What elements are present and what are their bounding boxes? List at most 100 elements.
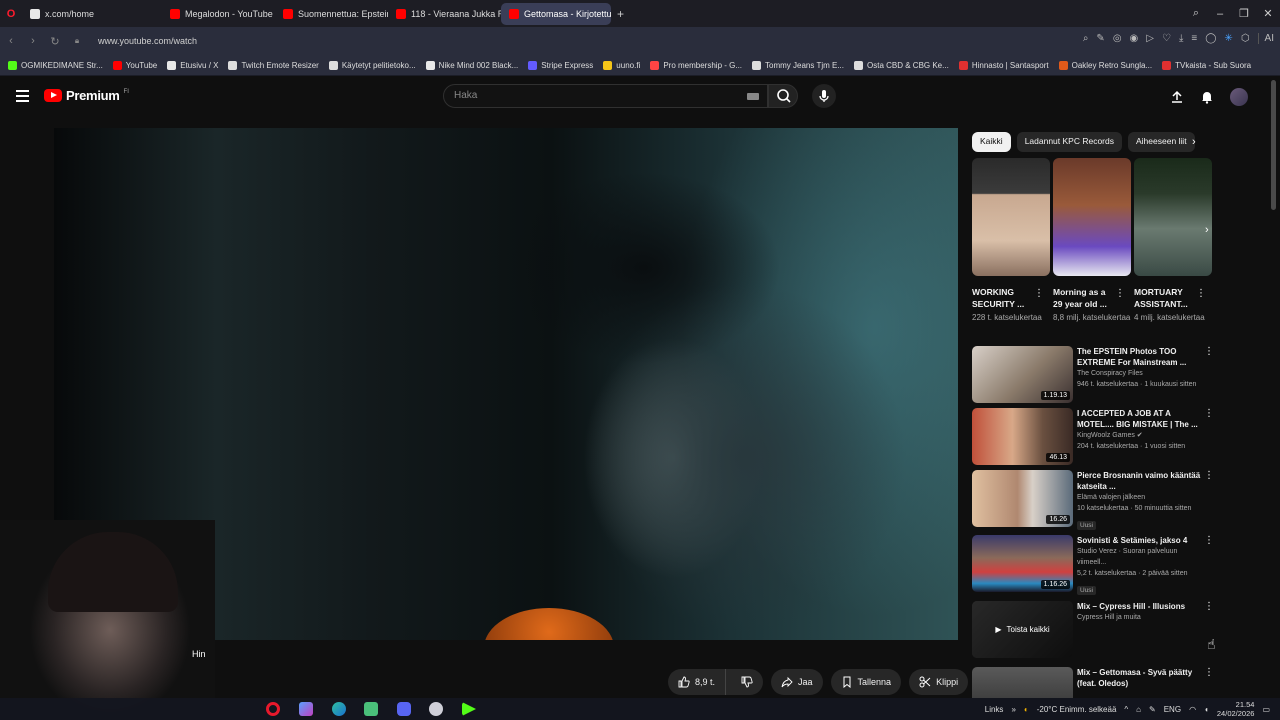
bookmark[interactable]: TVkaista - Sub Suora bbox=[1162, 60, 1251, 70]
upload-icon[interactable] bbox=[1170, 90, 1184, 104]
shorts-next-icon[interactable]: › bbox=[1205, 224, 1209, 236]
app-taskbar-icon[interactable] bbox=[364, 702, 378, 716]
kebab-icon[interactable]: ⋮ bbox=[1196, 288, 1206, 299]
kebab-icon[interactable]: ⋮ bbox=[1204, 601, 1214, 612]
page-scrollbar[interactable] bbox=[1271, 80, 1276, 210]
profile-icon[interactable]: ◯ bbox=[1205, 33, 1216, 44]
list-item[interactable]: 1.19.13 The EPSTEIN Photos TOO EXTREME F… bbox=[972, 346, 1214, 404]
bookmark[interactable]: Osta CBD & CBG Ke... bbox=[854, 60, 949, 70]
clock[interactable]: 21.54 24/02/2026 bbox=[1217, 700, 1255, 718]
chips-next-icon[interactable]: › bbox=[1192, 136, 1196, 148]
links-toolbar[interactable]: Links bbox=[985, 705, 1004, 714]
vpn-icon[interactable]: ◉ bbox=[1130, 33, 1139, 44]
play-all-overlay[interactable]: ▶ Toista kaikki bbox=[972, 601, 1073, 658]
download-icon[interactable]: ⤓ bbox=[1179, 33, 1183, 44]
short-item[interactable]: MORTUARY ASSISTANT... 4 milj. katseluker… bbox=[1134, 158, 1212, 324]
kebab-icon[interactable]: ⋮ bbox=[1034, 288, 1044, 299]
menu-icon[interactable]: ≡ bbox=[1191, 33, 1197, 44]
avatar[interactable] bbox=[1230, 88, 1248, 106]
language-indicator[interactable]: ENG bbox=[1164, 705, 1181, 714]
short-item[interactable]: WORKING SECURITY ... 228 t. katselukerta… bbox=[972, 158, 1050, 324]
list-item[interactable]: Mix – Gettomasa - Syvä päätty (feat. Ole… bbox=[972, 667, 1214, 698]
camera-icon[interactable]: ◎ bbox=[1113, 33, 1122, 44]
opera-icon[interactable]: O bbox=[0, 8, 22, 20]
search-input[interactable]: Haka bbox=[443, 84, 768, 108]
bookmark[interactable]: OGMIKEDIMANE Str... bbox=[8, 60, 103, 70]
app-taskbar-icon[interactable] bbox=[299, 702, 313, 716]
network-icon[interactable]: ⌂ bbox=[1136, 705, 1141, 714]
notifications-icon[interactable]: ▭ bbox=[1262, 705, 1270, 714]
extension-icon[interactable]: ✳ bbox=[1224, 33, 1232, 44]
url-field[interactable]: www.youtube.com/watch bbox=[98, 36, 197, 46]
zoom-icon[interactable]: ⌕ bbox=[1083, 33, 1089, 44]
keyboard-icon[interactable] bbox=[747, 93, 759, 100]
video-title: The EPSTEIN Photos TOO EXTREME For Mains… bbox=[1077, 347, 1187, 367]
kebab-icon[interactable]: ⋮ bbox=[1204, 346, 1214, 357]
opera-taskbar-icon[interactable] bbox=[266, 702, 280, 716]
share-button[interactable]: Jaa bbox=[771, 669, 823, 695]
back-icon[interactable]: ‹ bbox=[0, 35, 22, 47]
forward-icon[interactable]: › bbox=[22, 35, 44, 47]
list-item[interactable]: 16.26 Pierce Brosnanin vaimo kääntää kat… bbox=[972, 470, 1214, 530]
bookmark[interactable]: Stripe Express bbox=[528, 60, 593, 70]
tray-chevron-icon[interactable]: ^ bbox=[1124, 705, 1128, 714]
chip-uploader[interactable]: Ladannut KPC Records bbox=[1016, 132, 1122, 152]
edit-icon[interactable]: ✎ bbox=[1096, 33, 1104, 44]
minimize-icon[interactable]: – bbox=[1208, 8, 1232, 20]
bookmark[interactable]: Hinnasto | Santasport bbox=[958, 60, 1049, 70]
discord-taskbar-icon[interactable] bbox=[397, 702, 411, 716]
bookmark[interactable]: Etusivu / X bbox=[167, 60, 218, 70]
bell-icon[interactable] bbox=[1200, 90, 1214, 104]
edge-taskbar-icon[interactable] bbox=[332, 702, 346, 716]
bookmark[interactable]: Tommy Jeans Tjm E... bbox=[752, 60, 844, 70]
kebab-icon[interactable]: ⋮ bbox=[1204, 408, 1214, 419]
reload-icon[interactable]: ↻ bbox=[44, 35, 66, 48]
new-tab-button[interactable]: + bbox=[617, 7, 624, 21]
bookmark[interactable]: Oakley Retro Sungla... bbox=[1058, 60, 1152, 70]
kebab-icon[interactable]: ⋮ bbox=[1204, 470, 1214, 481]
short-item[interactable]: Morning as a 29 year old ... 8,8 milj. k… bbox=[1053, 158, 1131, 324]
clip-button[interactable]: Klippi bbox=[909, 669, 969, 695]
tab-suomennettua[interactable]: Suomennettua: Epsteinin bbox=[275, 3, 388, 25]
cube-icon[interactable]: ⬡ bbox=[1241, 33, 1250, 44]
list-item[interactable]: 1.16.26 Sovinisti & Setämies, jakso 4 St… bbox=[972, 535, 1214, 595]
bookmark[interactable]: Käytetyt pelitietoko... bbox=[328, 60, 416, 70]
search-tabs-icon[interactable]: ⌕ bbox=[1184, 7, 1208, 20]
app-taskbar-icon[interactable] bbox=[429, 702, 443, 716]
close-icon[interactable]: ✕ bbox=[1256, 7, 1280, 20]
bookmark[interactable]: uuno.fi bbox=[603, 60, 640, 70]
list-item[interactable]: ▶ Toista kaikki Mix – Cypress Hill - Ill… bbox=[972, 601, 1214, 659]
weather-text[interactable]: -20°C Enimm. selkeää bbox=[1037, 705, 1117, 714]
save-button[interactable]: Tallenna bbox=[830, 669, 902, 695]
list-item[interactable]: 46.13 I ACCEPTED A JOB AT A MOTEL.... BI… bbox=[972, 408, 1214, 466]
search-button[interactable] bbox=[768, 84, 798, 108]
app-taskbar-icon[interactable] bbox=[462, 702, 476, 716]
youtube-logo[interactable]: Premium FI bbox=[44, 88, 129, 103]
volume-icon[interactable]: ◖ bbox=[1204, 705, 1209, 714]
hamburger-menu-icon[interactable] bbox=[16, 90, 29, 102]
kebab-icon[interactable]: ⋮ bbox=[1204, 667, 1214, 678]
kebab-icon[interactable]: ⋮ bbox=[1204, 535, 1214, 546]
tab-gettomasa[interactable]: Gettomasa - Kirjotettu bbox=[501, 2, 611, 25]
bookmark[interactable]: Nike Mind 002 Black... bbox=[425, 60, 518, 70]
ai-button[interactable]: AI bbox=[1257, 33, 1274, 44]
maximize-icon[interactable]: ❐ bbox=[1232, 7, 1256, 20]
chip-related[interactable]: Aiheeseen liit bbox=[1128, 132, 1195, 152]
tab-x[interactable]: x.com/home bbox=[22, 3, 162, 25]
voice-search-button[interactable] bbox=[812, 84, 836, 108]
tab-megalodon[interactable]: Megalodon - YouTube bbox=[162, 3, 275, 25]
bookmark[interactable]: Pro membership - G... bbox=[650, 60, 742, 70]
pen-icon[interactable]: ✎ bbox=[1149, 705, 1156, 714]
tab-118[interactable]: 118 - Vieraana Jukka Rasila bbox=[388, 3, 501, 25]
wifi-icon[interactable]: ◠ bbox=[1189, 705, 1196, 714]
video-title: Mix – Gettomasa - Syvä päätty (feat. Ole… bbox=[1077, 668, 1193, 688]
heart-icon[interactable]: ♡ bbox=[1162, 33, 1171, 44]
chevron-right-icon[interactable]: » bbox=[1011, 705, 1015, 714]
bookmark[interactable]: Twitch Emote Resizer bbox=[228, 60, 319, 70]
chip-all[interactable]: Kaikki bbox=[972, 132, 1011, 152]
send-icon[interactable]: ▷ bbox=[1146, 33, 1154, 44]
kebab-icon[interactable]: ⋮ bbox=[1115, 288, 1125, 299]
dislike-button[interactable] bbox=[731, 669, 763, 695]
like-button[interactable]: 8,9 t. bbox=[668, 669, 727, 695]
bookmark[interactable]: YouTube bbox=[112, 60, 157, 70]
